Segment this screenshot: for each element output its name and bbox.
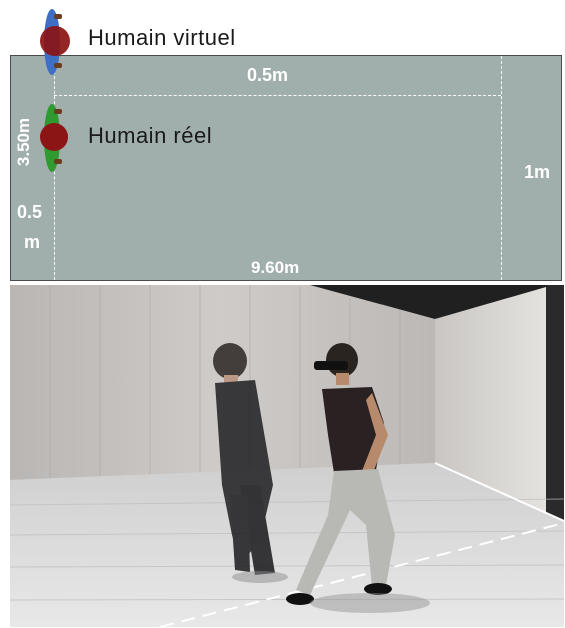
experiment-photo [10, 285, 564, 627]
left-zone-label-top: 0.5 [17, 202, 43, 222]
top-zone-label: 0.5m [247, 65, 289, 85]
virtual-human-head [40, 26, 70, 56]
virtual-human-foot [54, 63, 62, 68]
room-diagram: 0.5m 9.60m 1m 0.5 m 3.50m Humain virtuel… [0, 0, 565, 285]
real-human-head [40, 123, 68, 151]
right-zone-label: 1m [524, 162, 551, 182]
room-area: 0.5m 9.60m 1m 0.5 m 3.50m [10, 55, 562, 281]
real-human-foot [54, 109, 62, 114]
top-boundary-line [54, 95, 501, 96]
virtual-human-figure [40, 9, 70, 75]
head-mounted-display-icon [314, 361, 348, 370]
virtual-human-shadow [232, 571, 288, 583]
right-edge [546, 285, 564, 520]
right-boundary-line [501, 56, 502, 280]
real-human-shadow [310, 593, 430, 613]
real-human-label: Humain réel [88, 123, 213, 148]
left-zone-label-bottom: m [24, 232, 41, 252]
virtual-human-foot [54, 14, 62, 19]
virtual-human-label: Humain virtuel [88, 25, 236, 50]
real-human-figure [40, 104, 68, 172]
photo-scene [10, 285, 564, 627]
real-human-foot [54, 159, 62, 164]
length-label: 9.60m [251, 258, 300, 277]
